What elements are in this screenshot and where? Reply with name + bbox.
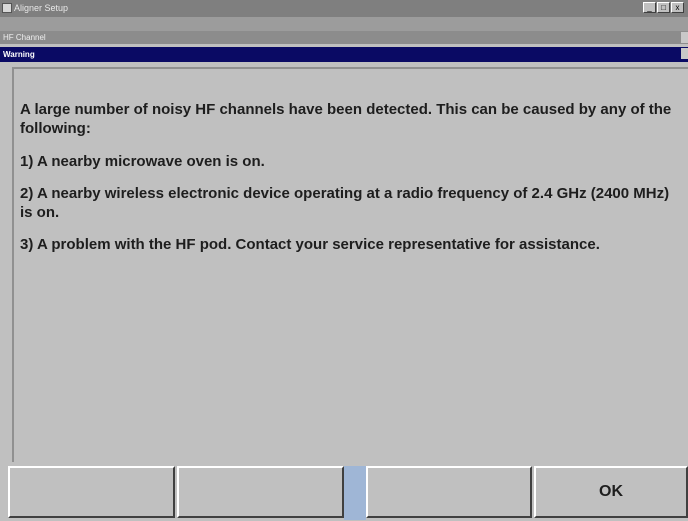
cause-item: 2) A nearby wireless electronic device o…: [20, 185, 670, 221]
window-controls: _ □ x: [643, 2, 684, 13]
close-button[interactable]: x: [671, 2, 684, 13]
minimize-button[interactable]: _: [643, 2, 656, 13]
cause-item: 1) A nearby microwave oven is on.: [20, 153, 265, 170]
app-title: Aligner Setup: [14, 3, 69, 13]
softkey-3-button[interactable]: [366, 466, 532, 518]
softkey-2-button[interactable]: [177, 466, 344, 518]
warning-title-bar: Warning: [0, 47, 688, 62]
warning-message: A large number of noisy HF channels have…: [20, 100, 680, 267]
softkey-gap: [344, 466, 366, 520]
warning-window-edge: [681, 48, 688, 59]
app-icon: [2, 3, 12, 13]
hf-channel-title: HF Channel: [3, 33, 46, 42]
ok-button[interactable]: OK: [534, 466, 688, 518]
hf-window-edge: [681, 32, 688, 43]
cause-item: 3) A problem with the HF pod. Contact yo…: [20, 236, 600, 253]
hf-channel-title-bar: HF Channel: [0, 31, 688, 44]
app-title-bar: Aligner Setup _ □ x: [0, 0, 688, 17]
message-intro: A large number of noisy HF channels have…: [20, 101, 672, 137]
softkey-bar: OK: [0, 466, 688, 521]
maximize-button[interactable]: □: [657, 2, 670, 13]
warning-title: Warning: [3, 50, 35, 59]
softkey-1-button[interactable]: [8, 466, 175, 518]
title-separator: [0, 17, 688, 31]
